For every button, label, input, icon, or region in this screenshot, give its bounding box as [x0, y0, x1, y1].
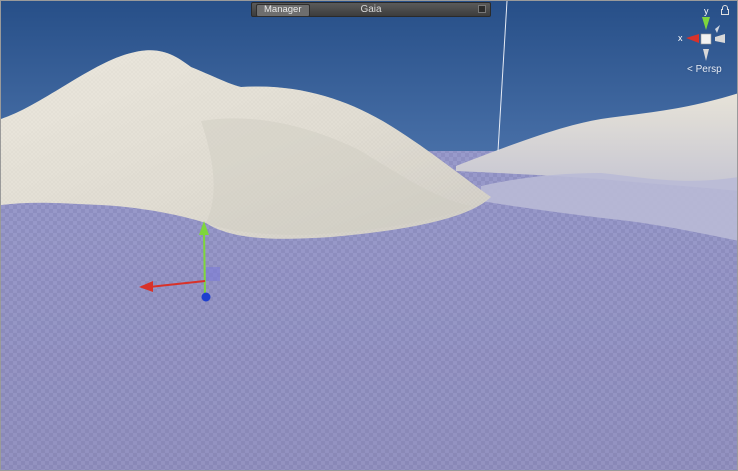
scene-viewport[interactable]: Manager Gaia y x < Persp [0, 0, 738, 471]
lock-icon[interactable] [721, 5, 729, 15]
gaia-overlay-bar: Manager Gaia [251, 2, 491, 17]
terrain-scene[interactable] [1, 1, 738, 471]
y-axis-handle[interactable] [203, 228, 206, 298]
overlay-menu-icon[interactable] [478, 5, 486, 13]
persp-label: Persp [695, 64, 722, 75]
gizmo-center-cube-icon[interactable] [700, 33, 712, 45]
gizmo-y-label: y [704, 6, 709, 16]
gizmo-negx-cone-icon[interactable] [715, 34, 725, 43]
manager-button[interactable]: Manager [256, 4, 310, 17]
gizmo-z-cone-icon[interactable] [715, 25, 720, 33]
persp-chevron-icon: < [687, 64, 693, 75]
z-axis-handle[interactable] [201, 292, 211, 302]
projection-toggle[interactable]: < Persp [687, 64, 722, 75]
gizmo-x-label: x [678, 33, 683, 43]
xy-plane-handle[interactable] [206, 267, 220, 281]
gizmo-x-cone-icon[interactable] [686, 34, 699, 43]
gizmo-y-cone-icon[interactable] [702, 17, 710, 30]
gizmo-negy-cone-icon[interactable] [703, 49, 709, 61]
